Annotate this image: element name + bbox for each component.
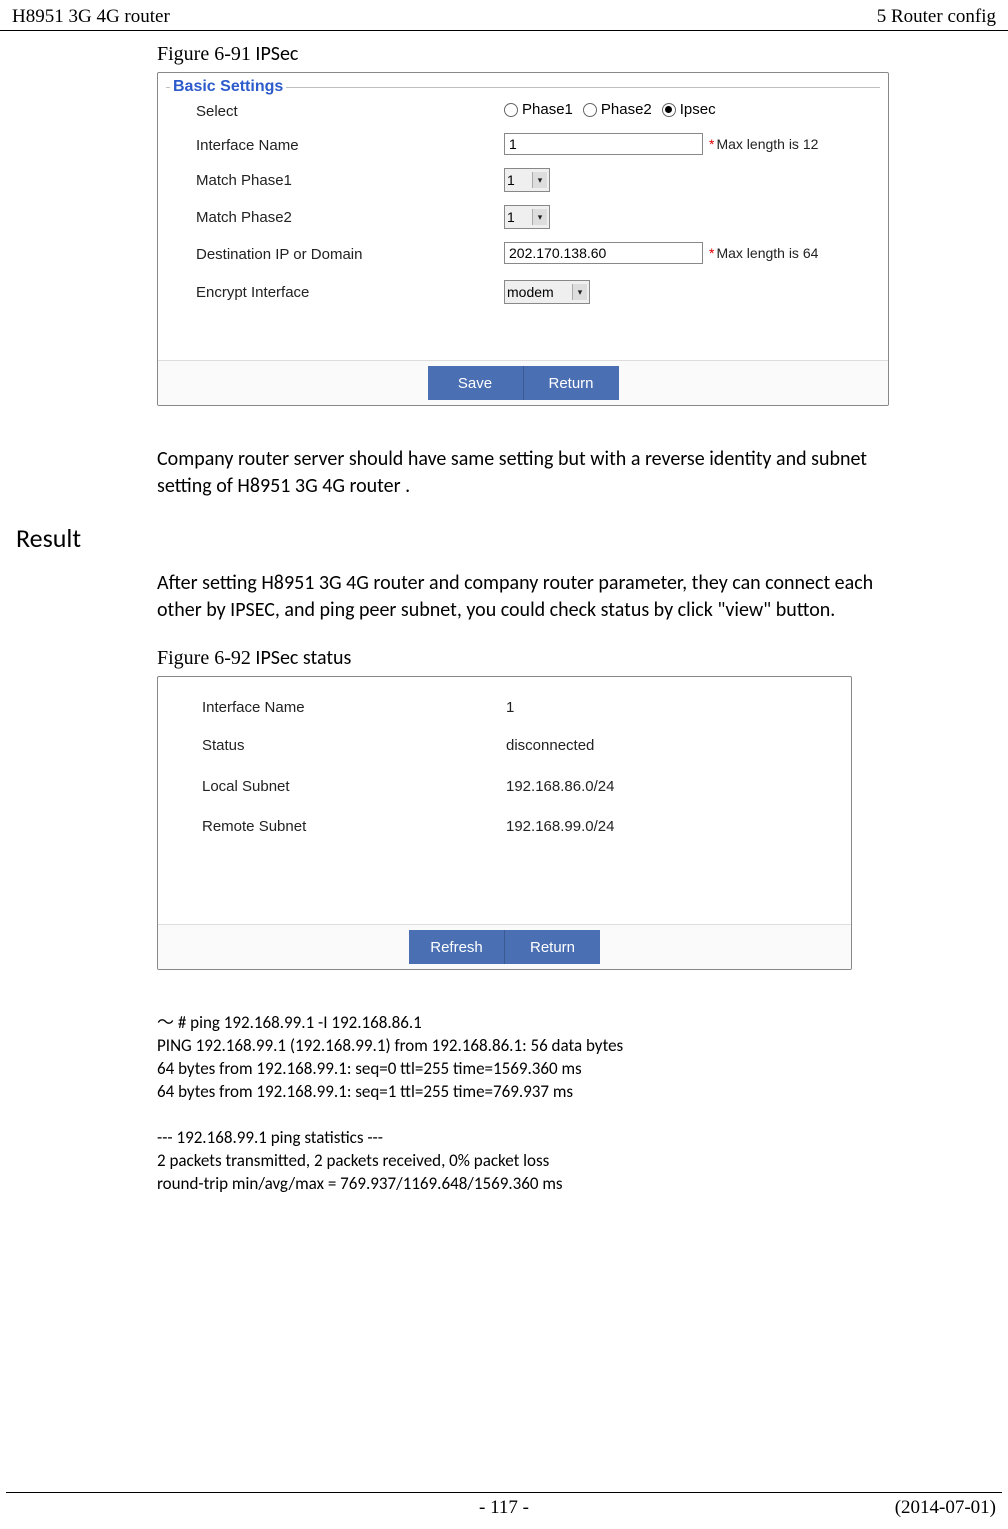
save-button[interactable]: Save [428, 366, 524, 400]
ipsec-status-panel: Interface Name 1 Status disconnected Loc… [157, 676, 852, 970]
encrypt-interface-value: modem [507, 284, 554, 300]
hint-max12: *Max length is 12 [709, 136, 818, 152]
figure-name: IPSec [251, 42, 299, 66]
header-rule [0, 30, 1008, 31]
figure-number: Figure 6-91 [157, 43, 251, 65]
header-right: 5 Router config [877, 6, 996, 28]
destination-input[interactable] [504, 242, 703, 264]
label-match-phase1: Match Phase1 [196, 172, 292, 189]
match-phase2-select[interactable]: 1▾ [504, 205, 550, 229]
label-match-phase2: Match Phase2 [196, 209, 292, 226]
header-left: H8951 3G 4G router [12, 6, 170, 28]
figure-caption-1: Figure 6-91 IPSec [157, 42, 1008, 66]
hint-max64: *Max length is 64 [709, 245, 818, 261]
figure-caption-2: Figure 6-92 IPSec status [157, 646, 1008, 670]
match-phase1-select[interactable]: 1▾ [504, 168, 550, 192]
radio-phase1-label: Phase1 [522, 101, 573, 118]
label-local-subnet: Local Subnet [202, 778, 290, 795]
value-status: disconnected [506, 737, 594, 754]
label-select: Select [196, 103, 238, 120]
label-status: Status [202, 737, 245, 754]
radio-phase1[interactable]: Phase1 [504, 101, 573, 118]
radio-circle-icon [583, 103, 597, 117]
return-button[interactable]: Return [524, 366, 619, 400]
radio-phase2[interactable]: Phase2 [583, 101, 652, 118]
select-radio-group: Phase1 Phase2 Ipsec [504, 101, 726, 118]
label-encrypt-interface: Encrypt Interface [196, 284, 309, 301]
figure-number: Figure 6-92 [157, 647, 251, 669]
interface-name-input[interactable] [504, 133, 703, 155]
footer-page-number: - 117 - [479, 1497, 529, 1519]
ping-output: ～ # ping 192.168.99.1 -I 192.168.86.1 PI… [157, 1012, 1008, 1196]
match-phase2-value: 1 [507, 209, 515, 225]
paragraph-company-router: Company router server should have same s… [157, 446, 888, 500]
button-bar: Refresh Return [158, 924, 851, 969]
ipsec-settings-panel: Basic Settings Select Phase1 Phase2 Ipse… [157, 72, 889, 406]
figure-name: IPSec status [251, 646, 352, 670]
section-heading-result: Result [16, 522, 1008, 554]
page-header: H8951 3G 4G router 5 Router config [0, 6, 1008, 31]
return-button[interactable]: Return [505, 930, 600, 964]
radio-ipsec-label: Ipsec [680, 101, 716, 118]
radio-dot-icon [665, 106, 672, 113]
chevron-down-icon: ▾ [532, 209, 547, 225]
value-status-interface-name: 1 [506, 699, 514, 716]
value-remote-subnet: 192.168.99.0/24 [506, 818, 614, 835]
radio-circle-icon [662, 103, 676, 117]
match-phase1-value: 1 [507, 172, 515, 188]
chevron-down-icon: ▾ [532, 172, 547, 188]
refresh-button[interactable]: Refresh [409, 930, 505, 964]
label-interface-name: Interface Name [196, 137, 299, 154]
radio-phase2-label: Phase2 [601, 101, 652, 118]
radio-ipsec[interactable]: Ipsec [662, 101, 716, 118]
button-bar: Save Return [158, 360, 888, 405]
fieldset-title: Basic Settings [170, 78, 286, 96]
label-status-interface-name: Interface Name [202, 699, 305, 716]
footer-rule [6, 1492, 1002, 1493]
label-remote-subnet: Remote Subnet [202, 818, 306, 835]
radio-circle-icon [504, 103, 518, 117]
paragraph-result: After setting H8951 3G 4G router and com… [157, 570, 888, 624]
page-footer: - 117 - (2014-07-01) [0, 1492, 1008, 1519]
chevron-down-icon: ▾ [572, 284, 587, 300]
value-local-subnet: 192.168.86.0/24 [506, 778, 614, 795]
encrypt-interface-select[interactable]: modem ▾ [504, 280, 590, 304]
footer-date: (2014-07-01) [895, 1497, 996, 1519]
label-destination: Destination IP or Domain [196, 246, 362, 263]
